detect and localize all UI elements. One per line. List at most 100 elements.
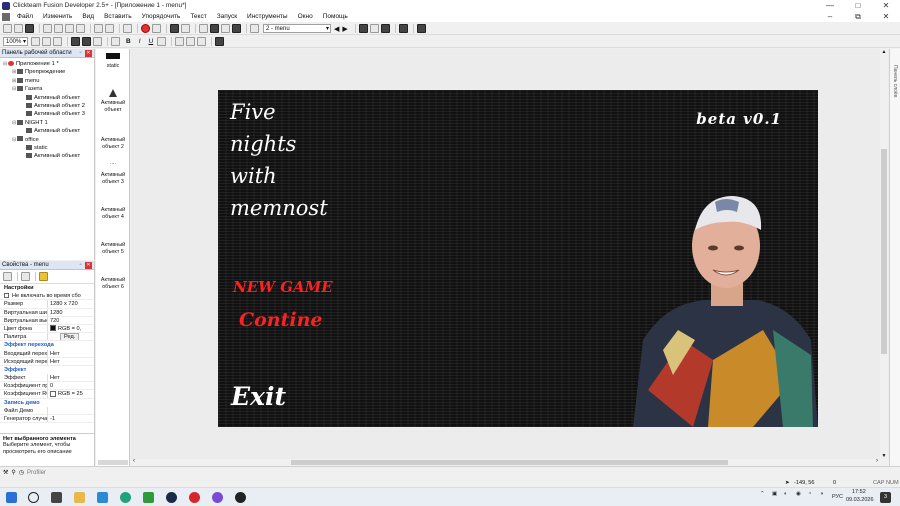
property-value[interactable]: -1: [48, 415, 94, 422]
property-value[interactable]: 720: [48, 317, 94, 324]
object-list-scrollbar[interactable]: [98, 460, 128, 465]
object-item-1[interactable]: Активный объект: [96, 89, 130, 113]
opera-icon[interactable]: [189, 492, 200, 503]
layers-tab-label[interactable]: Панель слоёв: [892, 65, 898, 97]
panel-close-icon[interactable]: ✕: [85, 50, 92, 57]
undo-icon[interactable]: [94, 24, 103, 33]
object-item-2[interactable]: Активный объект 2: [96, 137, 130, 150]
grid-icon[interactable]: [358, 24, 368, 33]
profiler-label[interactable]: Profiler: [27, 470, 46, 476]
app-tray-icon[interactable]: ◉: [796, 491, 801, 497]
property-row[interactable]: Файл Демо: [0, 406, 94, 415]
snap-grid-icon[interactable]: [42, 37, 51, 46]
notification-badge[interactable]: 3: [880, 492, 891, 503]
property-row[interactable]: Виртуальная шир 1280: [0, 308, 94, 317]
property-value[interactable]: RGB = 0,: [48, 325, 94, 332]
horizontal-scroll-thumb[interactable]: [291, 460, 728, 465]
property-row[interactable]: Эффект Нет: [0, 374, 94, 383]
tab-settings-icon[interactable]: [3, 272, 12, 281]
network-icon[interactable]: ▣: [772, 491, 777, 497]
property-value[interactable]: 0: [48, 382, 94, 389]
search-icon[interactable]: ⚲: [11, 469, 15, 476]
copy-icon[interactable]: [54, 24, 63, 33]
menu-edit[interactable]: Изменить: [38, 11, 77, 22]
menu-tools[interactable]: Инструменты: [242, 11, 293, 22]
property-value[interactable]: Нет: [48, 350, 94, 357]
object-item-3[interactable]: Активный объект 3: [96, 172, 130, 185]
object-item-static[interactable]: static: [96, 53, 130, 70]
tree-item[interactable]: Активный объект 2: [0, 102, 94, 110]
menu-insert[interactable]: Вставить: [99, 11, 137, 22]
property-row[interactable]: Исходящий пере Нет: [0, 357, 94, 366]
doc-close-button[interactable]: ✕: [872, 11, 900, 22]
snap-icon[interactable]: [369, 24, 379, 33]
property-value[interactable]: 1280: [48, 309, 94, 316]
tray-expand-icon[interactable]: ⌃: [760, 491, 765, 497]
align-right-icon[interactable]: [197, 37, 207, 46]
mail-icon[interactable]: [97, 492, 108, 503]
font-icon[interactable]: [111, 37, 120, 46]
game-frame[interactable]: Five nights with memnost beta v0.1 NEW G…: [218, 90, 818, 427]
clock-icon[interactable]: ◷: [19, 469, 24, 476]
wifi-icon[interactable]: ◔: [808, 491, 811, 497]
task-view-icon[interactable]: [51, 492, 62, 503]
minimize-button[interactable]: —: [816, 0, 844, 11]
menu-view[interactable]: Вид: [77, 11, 99, 22]
text-color-icon[interactable]: [157, 37, 167, 46]
paste-icon[interactable]: [65, 24, 74, 33]
file-explorer-icon[interactable]: [74, 492, 85, 503]
tree-item[interactable]: Активный объект 3: [0, 110, 94, 118]
tree-item[interactable]: Активный объект: [0, 127, 94, 135]
prev-frame-icon[interactable]: ◀: [334, 25, 339, 33]
steam-icon[interactable]: [166, 492, 177, 503]
document-icon[interactable]: [2, 12, 10, 21]
menu-file[interactable]: Файл: [12, 11, 38, 22]
volume-icon[interactable]: ◐: [784, 491, 787, 497]
hand-icon[interactable]: [31, 37, 40, 46]
clock-time[interactable]: 17:52: [852, 489, 866, 495]
run-application-icon[interactable]: [141, 24, 150, 33]
scroll-left-icon[interactable]: ‹: [133, 458, 135, 464]
vertical-scroll-thumb[interactable]: [881, 149, 887, 354]
language-indicator[interactable]: РУС: [832, 494, 843, 500]
cut-icon[interactable]: [43, 24, 52, 33]
property-row[interactable]: Виртуальная выс 720: [0, 316, 94, 325]
object-item-4[interactable]: Активный объект 4: [96, 207, 130, 220]
tree-item[interactable]: static: [0, 144, 94, 152]
layers-side-tab[interactable]: Панель слоёв: [889, 49, 900, 466]
redo-icon[interactable]: [105, 24, 114, 33]
tool-icon[interactable]: ⚒: [3, 469, 8, 476]
menu-run[interactable]: Запуск: [212, 11, 242, 22]
data-elements-icon[interactable]: [221, 24, 230, 33]
tree-item[interactable]: ⊟ Газета: [0, 85, 94, 93]
character-portrait[interactable]: [623, 190, 818, 427]
maximize-button[interactable]: □: [844, 0, 872, 11]
zoom-in-icon[interactable]: [53, 37, 62, 46]
next-frame-icon[interactable]: ▶: [342, 25, 347, 33]
property-row[interactable]: Цвет фона RGB = 0,: [0, 324, 94, 334]
vertical-scrollbar[interactable]: ▲ ▼: [880, 49, 888, 459]
doc-minimize-button[interactable]: –: [816, 11, 844, 22]
doc-restore-button[interactable]: ⧉: [844, 11, 872, 22]
show-grid-icon[interactable]: [71, 37, 80, 46]
property-row[interactable]: Генератор случа -1: [0, 415, 94, 424]
zoom-select[interactable]: 100% ▾: [3, 37, 28, 46]
property-value[interactable]: Нет: [48, 358, 94, 365]
tab-about-icon[interactable]: [39, 272, 48, 281]
tree-item[interactable]: ⊞ menu: [0, 77, 94, 85]
property-row[interactable]: Коэффициент пр 0: [0, 382, 94, 391]
event-editor-icon[interactable]: [199, 24, 208, 33]
layers-icon[interactable]: [232, 24, 241, 33]
tree-item[interactable]: ⊟ NIGHT 1: [0, 119, 94, 127]
fusion-taskbar-icon[interactable]: [235, 492, 246, 503]
panel-close-icon[interactable]: ✕: [85, 262, 92, 269]
window-icon[interactable]: [380, 24, 390, 33]
new-game-button[interactable]: NEW GAME: [233, 278, 333, 296]
bold-button[interactable]: B: [126, 38, 131, 45]
property-row[interactable]: Коэффициент RG RGB = 25: [0, 390, 94, 399]
stop-icon[interactable]: [152, 24, 161, 33]
library-icon[interactable]: [416, 24, 426, 33]
property-row[interactable]: Размер 1280 x 720: [0, 300, 94, 309]
horizontal-scrollbar[interactable]: ‹ ›: [131, 458, 880, 466]
search-icon[interactable]: [123, 24, 132, 33]
